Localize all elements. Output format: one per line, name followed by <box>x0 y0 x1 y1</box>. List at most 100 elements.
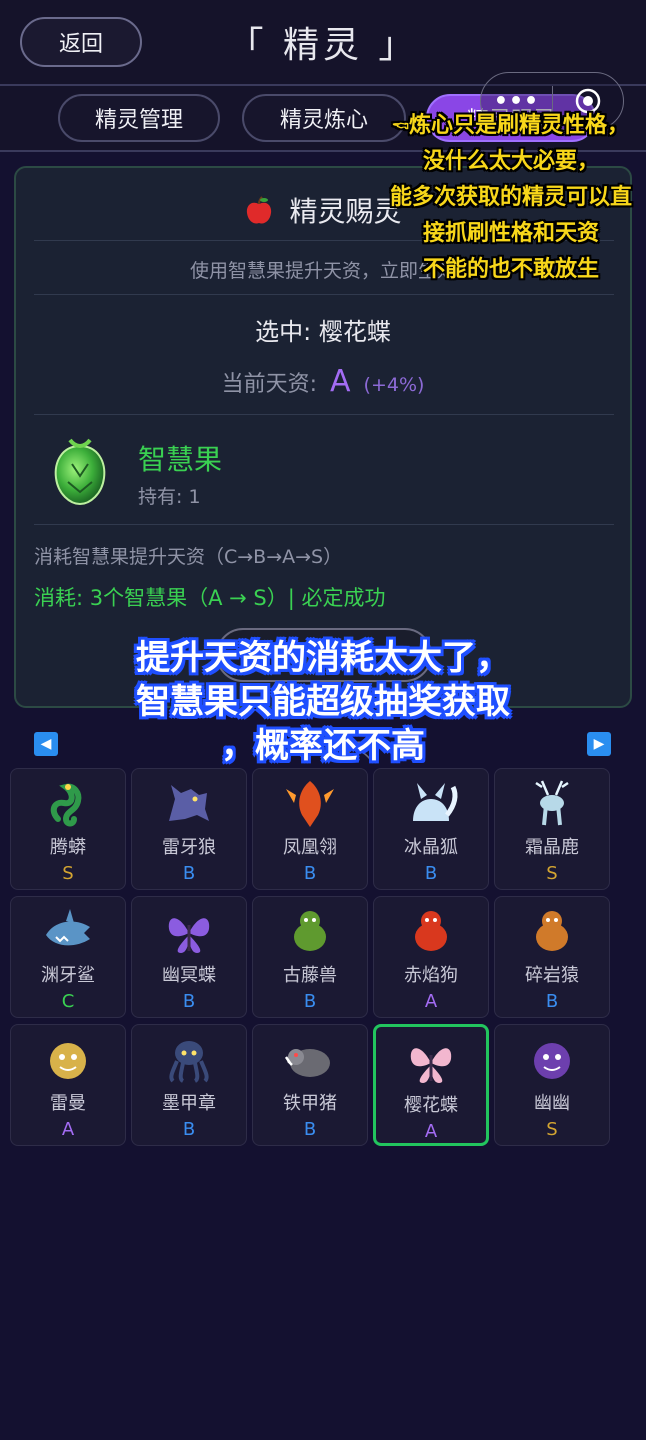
sprite-portrait <box>374 903 488 959</box>
sprite-name: 古藤兽 <box>283 965 337 986</box>
sprite-portrait <box>11 903 125 959</box>
octopus-icon <box>169 1041 209 1083</box>
serpent-icon <box>50 783 82 827</box>
divider <box>34 414 614 415</box>
shark-icon <box>46 909 90 946</box>
orb-icon <box>50 1043 86 1079</box>
sprite-name: 樱花蝶 <box>404 1095 458 1116</box>
apple-icon <box>246 196 271 224</box>
beast-icon <box>294 911 326 951</box>
sprite-portrait <box>374 775 488 831</box>
sprite-name: 凤凰翎 <box>283 837 337 858</box>
sprite-portrait <box>253 1031 367 1087</box>
sprite-grade: C <box>61 991 75 1012</box>
sprite-name: 幽幽 <box>534 1093 570 1114</box>
note-line: 提升天资的消耗太大了， <box>136 638 510 678</box>
sprite-name: 冰晶狐 <box>404 837 458 858</box>
wolf-icon <box>169 785 209 821</box>
sprite-portrait <box>11 775 125 831</box>
cost-line: 消耗: 3个智慧果（A → S）| 必定成功 <box>34 586 386 610</box>
divider <box>34 294 614 295</box>
sprite-grade: A <box>424 991 438 1012</box>
note-line: 没什么太大必要， <box>422 149 599 174</box>
sprite-portrait <box>253 903 367 959</box>
orb-icon <box>534 1043 570 1079</box>
tab-sprite-manage[interactable]: 精灵管理 <box>58 94 220 142</box>
sprite-card[interactable]: 赤焰狗 A <box>373 896 489 1018</box>
sprite-portrait <box>11 1031 125 1087</box>
sprite-card[interactable]: 铁甲猪 B <box>252 1024 368 1146</box>
sprite-name: 霜晶鹿 <box>525 837 579 858</box>
sprite-grade: B <box>182 863 196 884</box>
item-owned-count: 持有: 1 <box>138 486 201 508</box>
sprite-grade: A <box>424 1121 438 1142</box>
page-title: 「 精灵 」 <box>227 25 419 66</box>
selected-sprite-label: 选中: 樱花蝶 <box>255 318 391 346</box>
note-line: 不能的也不敢放生 <box>422 257 599 282</box>
sprite-name: 铁甲猪 <box>283 1093 337 1114</box>
sprite-portrait <box>495 1031 609 1087</box>
sprite-card[interactable]: 冰晶狐 B <box>373 768 489 890</box>
sprite-portrait <box>495 903 609 959</box>
sprite-grade: S <box>62 863 74 884</box>
butterfly-icon <box>410 1048 452 1083</box>
sprite-card[interactable]: 墨甲章 B <box>131 1024 247 1146</box>
sprite-name: 雷牙狼 <box>162 837 216 858</box>
bird-icon <box>286 781 334 827</box>
sprite-portrait <box>132 1031 246 1087</box>
sprite-grade: A <box>61 1119 75 1140</box>
note-line: 智慧果只能超级抽奖获取 <box>136 682 510 722</box>
sprite-portrait <box>132 903 246 959</box>
sprite-card[interactable]: 腾蟒 S <box>10 768 126 890</box>
deer-icon <box>535 780 569 826</box>
sprite-grade: B <box>182 1119 196 1140</box>
sprite-card[interactable]: 雷曼 A <box>10 1024 126 1146</box>
sprite-name: 碎岩猿 <box>525 965 579 986</box>
beast-icon <box>536 911 568 951</box>
sprite-card[interactable]: 樱花蝶 A <box>373 1024 489 1146</box>
beast-icon <box>415 911 447 951</box>
overlay-note-yellow: 🖘炼心只是刷精灵性格， 没什么太大必要， 能多次获取的精灵可以直 接抓刷性格和天… <box>376 108 646 288</box>
boar-icon <box>284 1049 330 1077</box>
sprite-name: 渊牙鲨 <box>41 965 95 986</box>
overlay-note-blue: 提升天资的消耗太大了， 智慧果只能超级抽奖获取 ，概率还不高 <box>0 636 646 768</box>
sprite-grade: B <box>424 863 438 884</box>
note-line: ，概率还不高 <box>221 726 425 766</box>
sprite-card[interactable]: 碎岩猿 B <box>494 896 610 1018</box>
sprite-name: 腾蟒 <box>50 837 86 858</box>
sprite-card[interactable]: 雷牙狼 B <box>131 768 247 890</box>
sprite-grade: B <box>303 863 317 884</box>
divider <box>34 524 614 525</box>
sprite-card[interactable]: 霜晶鹿 S <box>494 768 610 890</box>
sprite-card[interactable]: 渊牙鲨 C <box>10 896 126 1018</box>
talent-grade: A <box>330 364 351 399</box>
sprite-grade: B <box>303 1119 317 1140</box>
wisdom-fruit-icon <box>54 438 106 506</box>
sprite-portrait <box>495 775 609 831</box>
sprite-grade: B <box>545 991 559 1012</box>
sprite-card[interactable]: 幽冥蝶 B <box>131 896 247 1018</box>
butterfly-icon <box>168 918 210 953</box>
sprite-portrait <box>253 775 367 831</box>
sprite-name: 雷曼 <box>50 1093 86 1114</box>
sprite-card[interactable]: 幽幽 S <box>494 1024 610 1146</box>
sprite-card[interactable]: 凤凰翎 B <box>252 768 368 890</box>
sprite-card[interactable]: 古藤兽 B <box>252 896 368 1018</box>
note-line: 🖘炼心只是刷精灵性格， <box>392 113 630 138</box>
sprite-name: 墨甲章 <box>162 1093 216 1114</box>
item-name: 智慧果 <box>138 443 223 476</box>
sprite-grade: S <box>546 863 558 884</box>
sprite-name: 赤焰狗 <box>404 965 458 986</box>
current-talent: 当前天资: A (+4%) <box>16 364 630 399</box>
sprite-portrait <box>132 775 246 831</box>
cost-description: 消耗智慧果提升天资（C→B→A→S） <box>34 546 343 568</box>
note-line: 能多次获取的精灵可以直 <box>389 185 632 210</box>
talent-label: 当前天资: <box>221 372 317 397</box>
sprite-portrait <box>376 1033 486 1089</box>
sprite-grade: S <box>546 1119 558 1140</box>
sprite-grade: B <box>303 991 317 1012</box>
note-line: 接抓刷性格和天资 <box>422 221 599 246</box>
talent-bonus: (+4%) <box>363 374 425 396</box>
fox-icon <box>413 783 458 821</box>
sprite-grid: 腾蟒 S 雷牙狼 B 凤凰翎 B 冰晶狐 B 霜晶鹿 S 渊牙鲨 C 幽冥蝶 B 古藤兽 B 赤焰狗 A 碎岩猿 B 雷… <box>10 768 612 1148</box>
